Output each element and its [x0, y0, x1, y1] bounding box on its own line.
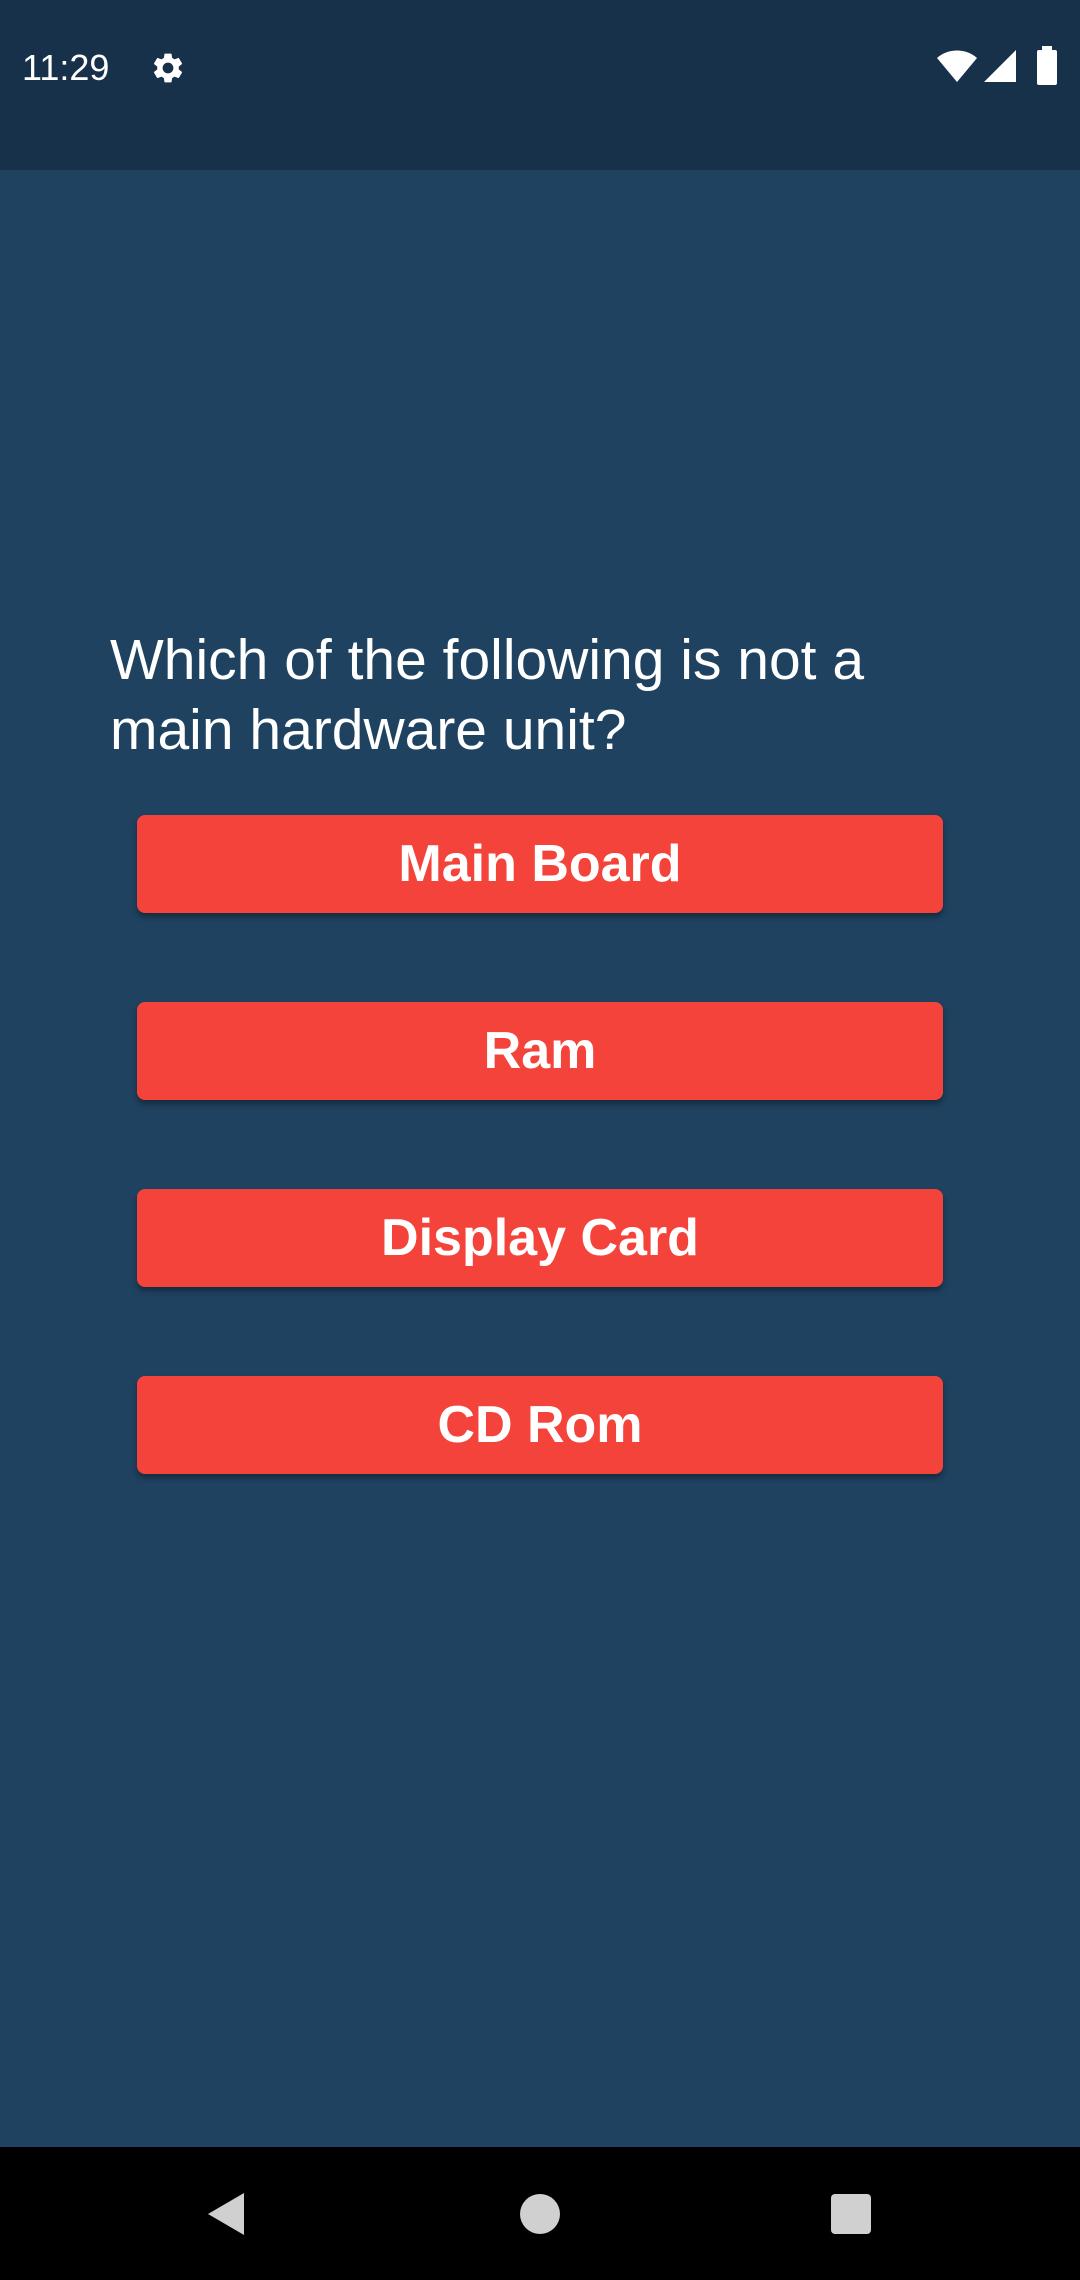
- home-icon[interactable]: [519, 2193, 561, 2235]
- question-text: Which of the following is not a main har…: [110, 628, 865, 762]
- wifi-icon: [936, 48, 978, 84]
- back-icon[interactable]: [204, 2191, 250, 2237]
- answer-button-main-board[interactable]: Main Board: [137, 815, 943, 913]
- status-time: 11:29: [22, 47, 110, 88]
- battery-icon: [1036, 46, 1058, 86]
- quiz-screen: Which of the following is not a main har…: [0, 170, 1080, 2147]
- recents-icon[interactable]: [830, 2193, 872, 2235]
- answer-button-cd-rom[interactable]: CD Rom: [137, 1376, 943, 1474]
- answer-button-ram[interactable]: Ram: [137, 1002, 943, 1100]
- status-bar: 11:29: [0, 0, 1080, 170]
- navigation-bar: [0, 2147, 1080, 2280]
- answer-button-display-card[interactable]: Display Card: [137, 1189, 943, 1287]
- cellular-signal-icon: [982, 48, 1018, 84]
- settings-gear-icon: [150, 50, 186, 86]
